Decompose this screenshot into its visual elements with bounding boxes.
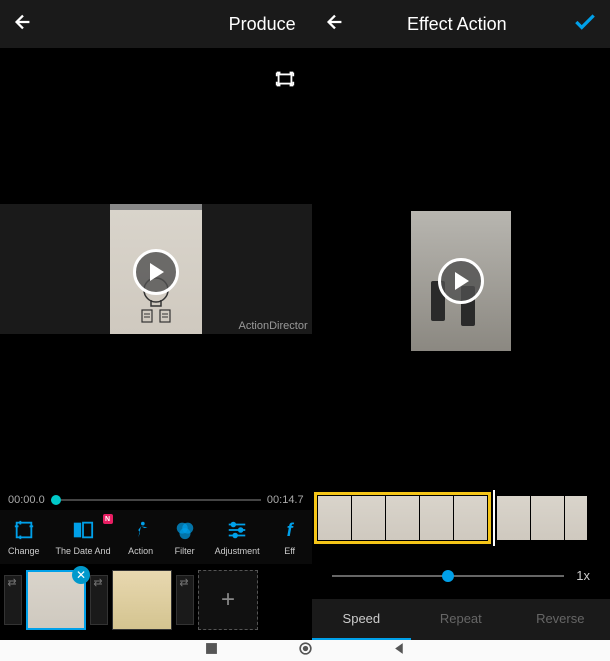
tab-reverse[interactable]: Reverse: [511, 599, 610, 640]
header-bar: Produce: [0, 0, 312, 48]
tool-action[interactable]: Action: [121, 516, 161, 558]
clip-remove-button[interactable]: ✕: [72, 566, 90, 584]
tool-title[interactable]: N The Date And: [50, 516, 117, 558]
back-icon[interactable]: [12, 11, 34, 38]
sliders-icon: [223, 518, 251, 542]
tool-label: Eff: [284, 546, 295, 556]
plus-icon: +: [221, 586, 235, 614]
tool-change[interactable]: Change: [2, 516, 46, 558]
new-badge: N: [103, 514, 113, 524]
filmstrip-frame: [565, 496, 587, 540]
video-thumbnail: [411, 211, 511, 351]
filmstrip-frame: [454, 496, 487, 540]
play-icon: [455, 272, 469, 290]
filter-icon: [171, 518, 199, 542]
android-nav-bar: [0, 640, 610, 661]
effect-screen: Effect Action: [312, 0, 610, 640]
clip-transition[interactable]: ⇄: [90, 575, 108, 625]
filmstrip-frame: [386, 496, 419, 540]
filmstrip[interactable]: [312, 484, 610, 552]
clip-1[interactable]: ✕: [26, 570, 86, 630]
clip-partial[interactable]: ⇄: [4, 575, 22, 625]
swap-icon: ⇄: [91, 576, 105, 589]
preview-area: [312, 48, 610, 484]
aspect-ratio-icon[interactable]: [274, 68, 296, 95]
nav-back-icon[interactable]: [393, 642, 406, 660]
watermark-text: ActionDirector: [239, 320, 308, 332]
tool-adjustment[interactable]: Adjustment: [209, 516, 266, 558]
tool-label: The Date And: [56, 546, 111, 556]
speed-track[interactable]: [332, 575, 565, 577]
clip-image: [113, 571, 171, 629]
back-icon[interactable]: [324, 11, 346, 38]
filmstrip-frame: [531, 496, 564, 540]
tab-repeat[interactable]: Repeat: [411, 599, 510, 640]
filmstrip-frame: [497, 496, 530, 540]
play-icon: [150, 263, 164, 281]
header-bar: Effect Action: [312, 0, 610, 48]
header-title: Effect Action: [354, 14, 564, 35]
speed-slider-row: 1x: [312, 552, 610, 599]
clips-row: ⇄ ✕ ⇄ ⇄ +: [0, 564, 312, 640]
editor-screen: Produce: [0, 0, 312, 640]
swap-icon: ⇄: [177, 576, 191, 589]
add-clip-button[interactable]: +: [198, 570, 258, 630]
speed-value: 1x: [576, 568, 590, 583]
nav-home-icon[interactable]: [298, 641, 313, 661]
tool-label: Action: [128, 546, 153, 556]
play-button[interactable]: [438, 258, 484, 304]
video-thumbnail: [110, 204, 202, 334]
tools-row: Change N The Date And Action Filter: [0, 510, 312, 564]
video-frame: ActionDirector: [0, 204, 312, 334]
tool-effect[interactable]: f Eff: [270, 516, 310, 558]
fx-icon: f: [276, 518, 304, 542]
effect-tabs: Speed Repeat Reverse: [312, 599, 610, 640]
tool-label: Filter: [175, 546, 195, 556]
tab-speed[interactable]: Speed: [312, 599, 411, 640]
filmstrip-selection[interactable]: [314, 492, 491, 544]
swap-icon: ⇄: [5, 576, 19, 589]
tool-label: Change: [8, 546, 40, 556]
play-button[interactable]: [133, 249, 179, 295]
tool-label: Adjustment: [215, 546, 260, 556]
tool-filter[interactable]: Filter: [165, 516, 205, 558]
nav-recent-icon[interactable]: [205, 642, 218, 660]
timeline: 00:00.0 00:14.7: [0, 490, 312, 510]
filmstrip-frame: [318, 496, 351, 540]
crop-icon: [10, 518, 38, 542]
filmstrip-playhead[interactable]: [493, 490, 495, 546]
time-end: 00:14.7: [267, 494, 304, 506]
clip-transition[interactable]: ⇄: [176, 575, 194, 625]
confirm-icon[interactable]: [572, 9, 598, 40]
title-icon: [69, 518, 97, 542]
clip-2[interactable]: [112, 570, 172, 630]
time-start: 00:00.0: [8, 494, 45, 506]
filmstrip-frame: [352, 496, 385, 540]
timeline-playhead[interactable]: [51, 495, 61, 505]
preview-area: ActionDirector: [0, 48, 312, 490]
filmstrip-frame: [420, 496, 453, 540]
speed-handle[interactable]: [442, 570, 454, 582]
timeline-track[interactable]: [51, 499, 261, 501]
header-title: Produce: [42, 14, 300, 35]
running-icon: [127, 518, 155, 542]
